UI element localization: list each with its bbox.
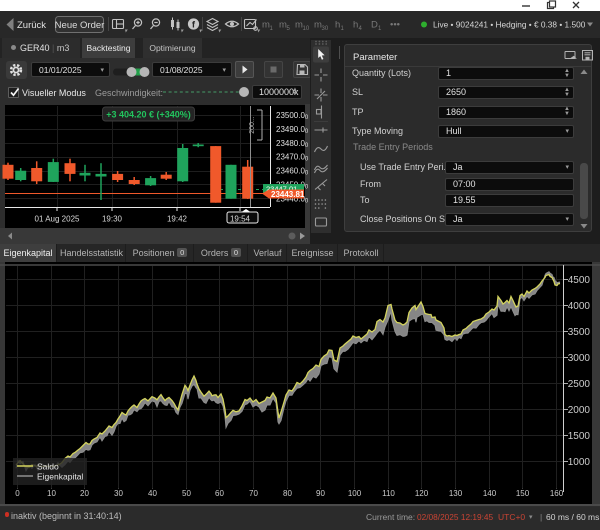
- svg-text:80: 80: [283, 489, 292, 498]
- svg-text:D: D: [371, 20, 378, 31]
- svg-text:+3 404.20 € (+340%): +3 404.20 € (+340%): [106, 110, 191, 120]
- svg-text:140: 140: [483, 489, 497, 498]
- svg-text:100: 100: [348, 489, 362, 498]
- svg-text:23470.00: 23470.00: [276, 153, 309, 163]
- svg-text:150: 150: [516, 489, 530, 498]
- svg-text:50: 50: [182, 489, 191, 498]
- svg-text:1: 1: [270, 26, 274, 32]
- svg-text:1000: 1000: [568, 457, 591, 468]
- svg-text:10: 10: [303, 26, 310, 32]
- svg-text:h: h: [353, 20, 358, 31]
- svg-text:200...: 200...: [249, 116, 256, 134]
- svg-text:01 Aug 2025: 01 Aug 2025: [35, 215, 80, 224]
- svg-text:h: h: [335, 20, 340, 31]
- svg-text:2000: 2000: [568, 405, 591, 416]
- svg-text:•••: •••: [390, 20, 400, 31]
- svg-text:90: 90: [316, 489, 325, 498]
- svg-text:23480.00: 23480.00: [276, 139, 309, 149]
- svg-text:Live • 9024241 • Hedging • € 0: Live • 9024241 • Hedging • € 0.38 • 1.50…: [433, 20, 586, 30]
- svg-text:30: 30: [114, 489, 123, 498]
- svg-text:120: 120: [415, 489, 429, 498]
- svg-text:23490.00: 23490.00: [276, 125, 309, 135]
- svg-text:20: 20: [80, 489, 89, 498]
- svg-text:4500: 4500: [568, 275, 591, 286]
- svg-text:130: 130: [449, 489, 463, 498]
- svg-text:60: 60: [215, 489, 224, 498]
- svg-text:23460.00: 23460.00: [276, 167, 309, 177]
- svg-text:19:30: 19:30: [102, 215, 123, 224]
- svg-text:4000: 4000: [568, 301, 591, 312]
- svg-text:4: 4: [359, 26, 363, 32]
- svg-text:Neue Order: Neue Order: [55, 20, 105, 31]
- svg-text:19:54: 19:54: [230, 215, 251, 224]
- svg-text:1500: 1500: [568, 431, 591, 442]
- svg-text:110: 110: [382, 489, 395, 498]
- svg-text:23500.00: 23500.00: [276, 111, 309, 121]
- svg-text:1: 1: [341, 26, 345, 32]
- svg-text:5: 5: [287, 26, 291, 32]
- svg-text:30: 30: [322, 26, 329, 32]
- svg-text:3000: 3000: [568, 353, 591, 364]
- svg-text:160: 160: [550, 489, 564, 498]
- svg-text:2500: 2500: [568, 379, 591, 390]
- svg-text:40: 40: [148, 489, 157, 498]
- svg-text:70: 70: [249, 489, 258, 498]
- svg-text:Zurück: Zurück: [17, 20, 46, 31]
- svg-text:3500: 3500: [568, 327, 591, 338]
- svg-text:Saldo: Saldo: [37, 462, 59, 472]
- svg-text:Eigenkapital: Eigenkapital: [37, 472, 83, 482]
- svg-text:0: 0: [15, 489, 20, 498]
- svg-text:10: 10: [47, 489, 56, 498]
- svg-text:1: 1: [378, 26, 382, 32]
- svg-text:23443.81: 23443.81: [271, 190, 305, 199]
- svg-text:19:42: 19:42: [167, 215, 188, 224]
